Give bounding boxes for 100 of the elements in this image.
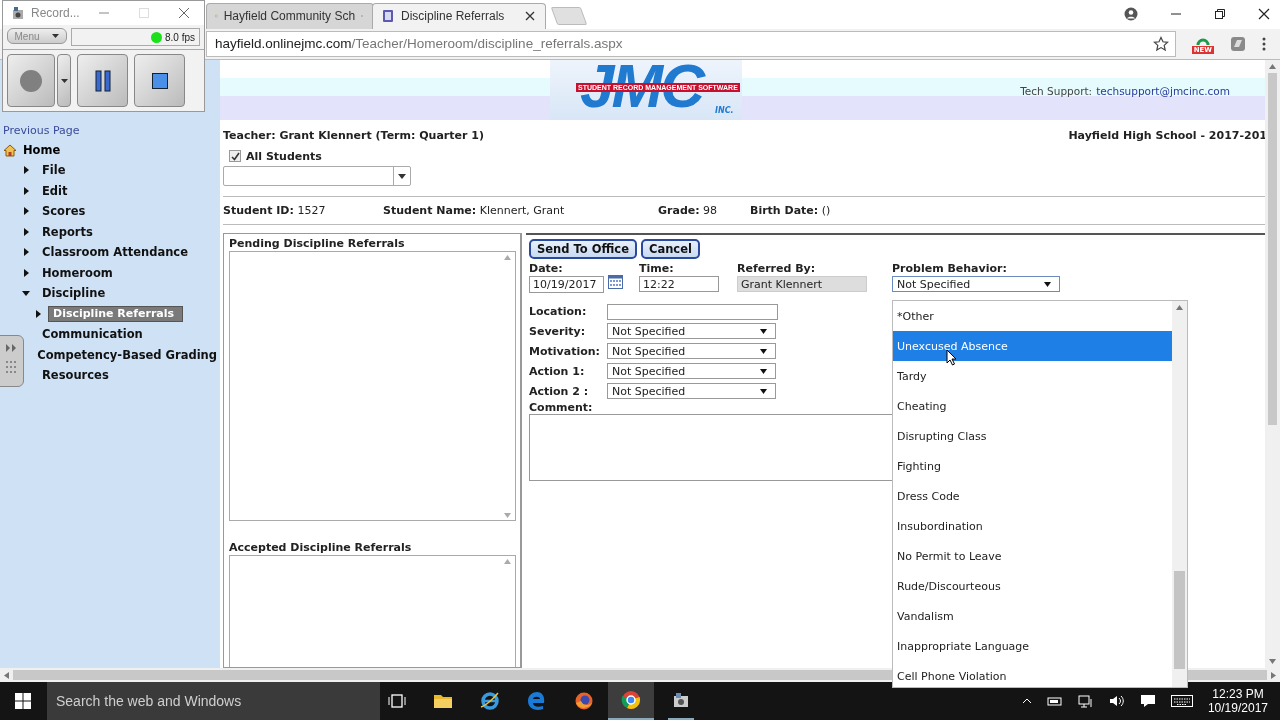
nav-item[interactable]: Discipline xyxy=(39,285,109,302)
scroll-up-icon[interactable] xyxy=(1269,64,1276,70)
browser-icon[interactable] xyxy=(574,691,594,711)
nav-item[interactable]: Homeroom xyxy=(39,264,116,281)
windows-start-icon[interactable] xyxy=(15,693,31,709)
form-button[interactable]: Cancel xyxy=(640,239,700,260)
volume-icon[interactable] xyxy=(1108,694,1125,708)
stop-icon[interactable] xyxy=(151,72,168,89)
expand-arrow-icon[interactable] xyxy=(22,268,30,277)
caret-icon[interactable] xyxy=(398,173,406,179)
menu-icon[interactable] xyxy=(1262,36,1266,51)
nav-item[interactable]: Discipline Referrals xyxy=(48,305,184,322)
support-email-link[interactable]: techsupport@jmcinc.com xyxy=(1096,85,1230,98)
form-button[interactable]: Send To Office xyxy=(529,239,637,260)
dropdown-option[interactable]: Cell Phone Violation xyxy=(893,661,1172,692)
pause-icon[interactable] xyxy=(94,69,111,92)
caret-icon[interactable] xyxy=(760,347,767,355)
expand-arrow-icon[interactable] xyxy=(22,227,30,236)
caret-icon[interactable] xyxy=(760,367,767,375)
nav-item[interactable]: Reports xyxy=(39,223,96,240)
task-view-icon[interactable] xyxy=(388,693,406,709)
restore-icon[interactable] xyxy=(1214,8,1226,21)
scrollbar[interactable] xyxy=(1265,60,1280,669)
expand-arrow-icon[interactable] xyxy=(34,309,42,318)
collapse-arrow-icon[interactable] xyxy=(22,289,30,298)
expand-arrow-icon[interactable] xyxy=(22,186,30,195)
folder-icon[interactable] xyxy=(433,693,453,709)
dropdown-option[interactable]: No Permit to Leave xyxy=(893,541,1172,572)
nav-item[interactable]: Edit xyxy=(39,182,71,199)
dropdown-option[interactable]: Insubordination xyxy=(893,511,1172,542)
scroll-down-icon[interactable] xyxy=(1269,659,1276,665)
battery-icon[interactable] xyxy=(1046,695,1063,707)
nav-item[interactable]: Classroom Attendance xyxy=(39,244,191,261)
scrollbar[interactable] xyxy=(1172,301,1187,688)
dropdown-option[interactable]: *Other xyxy=(893,301,1172,332)
keyboard-icon[interactable] xyxy=(1170,695,1193,707)
dropdown[interactable]: Not Specified xyxy=(607,343,776,360)
browser-icon[interactable] xyxy=(608,682,654,720)
field-label: Time: xyxy=(639,262,675,276)
expand-arrow-icon[interactable] xyxy=(22,207,30,216)
side-toolbar[interactable] xyxy=(0,335,24,388)
scroll-right-icon[interactable] xyxy=(1271,671,1276,679)
date-field[interactable]: 10/19/2017 xyxy=(529,276,604,294)
network-icon[interactable] xyxy=(1077,694,1094,708)
nav-item[interactable]: Communication xyxy=(39,326,146,343)
dropdown-option[interactable]: Cheating xyxy=(893,391,1172,422)
dropdown-option[interactable]: Vandalism xyxy=(893,601,1172,632)
address-bar[interactable]: hayfield.onlinejmc.com/Teacher/Homeroom/discipline_referrals.aspx xyxy=(206,30,1176,57)
record-button[interactable] xyxy=(7,54,55,107)
dropdown-option[interactable]: Dress Code xyxy=(893,481,1172,512)
student-info: Student Name: Klennert, Grant xyxy=(383,204,566,218)
time-field[interactable]: 12:22 xyxy=(639,276,719,293)
notifications-icon[interactable] xyxy=(1139,694,1156,708)
dropdown-option[interactable]: Disrupting Class xyxy=(893,421,1172,452)
dropdown[interactable]: Not Specified xyxy=(607,383,776,400)
nav-item[interactable]: Home xyxy=(3,140,61,161)
checkbox[interactable] xyxy=(229,150,241,163)
record-icon[interactable] xyxy=(18,67,44,94)
dropdown[interactable]: Not Specified xyxy=(607,363,776,380)
caret-icon[interactable] xyxy=(60,78,68,83)
browser-tab[interactable]: Hayfield Community Sch xyxy=(206,2,374,29)
previous-page-link[interactable]: Previous Page xyxy=(3,124,80,138)
scroll-thumb[interactable] xyxy=(13,670,1267,681)
dropdown-option[interactable]: Unexcused Absence xyxy=(893,331,1172,362)
nav-item[interactable]: Competency-Based Grading xyxy=(34,346,220,363)
star-icon[interactable] xyxy=(1152,35,1169,52)
problem-behavior-select[interactable]: Not Specified xyxy=(892,276,1060,293)
search-field[interactable]: Search the web and Windows xyxy=(47,682,380,720)
dropdown-option[interactable]: Fighting xyxy=(893,451,1172,482)
referred-by-field[interactable]: Grant Klennert xyxy=(737,276,867,293)
scroll-thumb[interactable] xyxy=(1174,571,1185,670)
support-label: Tech Support: xyxy=(1020,85,1093,98)
dropdown-button[interactable] xyxy=(57,54,71,107)
caret-icon[interactable] xyxy=(1044,280,1051,288)
caret-icon[interactable] xyxy=(760,387,767,395)
pause-button[interactable] xyxy=(77,54,128,107)
expand-arrow-icon[interactable] xyxy=(22,248,30,257)
dropdown-option[interactable]: Rude/Discourteous xyxy=(893,571,1172,602)
nav-item[interactable]: Scores xyxy=(39,203,89,220)
home-icon xyxy=(3,143,17,157)
stop-button[interactable] xyxy=(134,54,185,107)
scroll-up-icon[interactable] xyxy=(1176,305,1183,311)
browser-icon[interactable] xyxy=(480,691,500,711)
scroll-left-icon[interactable] xyxy=(4,671,9,679)
browser-icon[interactable] xyxy=(527,691,547,711)
caret-icon[interactable] xyxy=(1021,698,1032,704)
browser-tab[interactable]: Discipline Referrals xyxy=(372,2,546,29)
extension-icon[interactable] xyxy=(1230,35,1246,52)
expand-arrow-icon[interactable] xyxy=(22,166,30,175)
nav-item[interactable]: Resources xyxy=(39,367,112,384)
dropdown[interactable]: Not Specified xyxy=(607,323,776,340)
scroll-thumb[interactable] xyxy=(1268,73,1277,426)
location-field[interactable] xyxy=(607,303,778,320)
dropdown-option[interactable]: Tardy xyxy=(893,361,1172,392)
dropdown-option[interactable]: Inappropriate Language xyxy=(893,631,1172,662)
profile-icon[interactable] xyxy=(1124,7,1138,22)
nav-item[interactable]: File xyxy=(39,162,69,179)
calendar-icon[interactable] xyxy=(608,275,623,290)
caret-icon[interactable] xyxy=(52,34,60,38)
caret-icon[interactable] xyxy=(760,327,767,335)
